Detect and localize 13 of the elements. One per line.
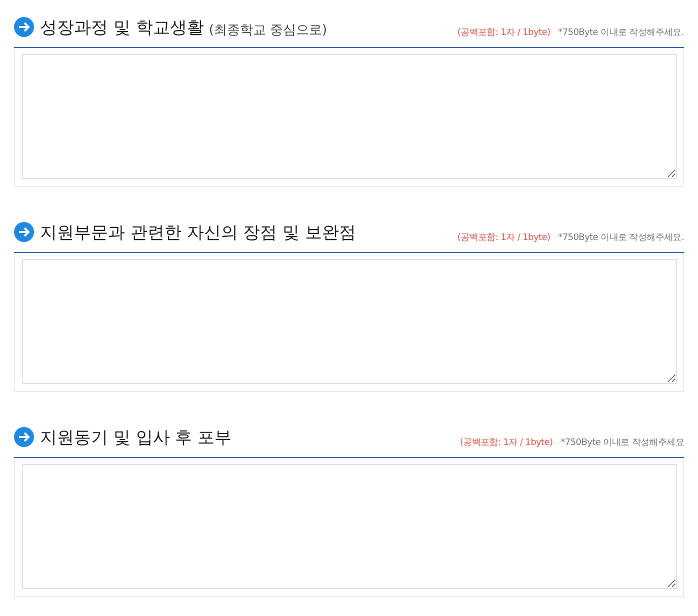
answer-box[interactable] <box>22 54 677 179</box>
length-note: *750Byte 이내로 작성해주세요. <box>558 27 684 39</box>
character-counter: (공백포함: 1자 / 1byte) <box>460 437 553 449</box>
length-note: *750Byte 이내로 작성해주세요 <box>560 437 684 449</box>
character-counter: (공백포함: 1자 / 1byte) <box>457 232 550 244</box>
answer-box[interactable] <box>22 259 677 384</box>
answer-box[interactable] <box>22 464 677 589</box>
character-counter: (공백포함: 1자 / 1byte) <box>457 27 550 39</box>
section-title: 성장과정 및 학교생활 <box>40 17 204 39</box>
section-title: 지원부문과 관련한 자신의 장점 및 보완점 <box>40 222 356 244</box>
section-subtitle: (최종학교 중심으로) <box>208 22 328 39</box>
length-note: *750Byte 이내로 작성해주세요. <box>558 232 684 244</box>
section-title: 지원동기 및 입사 후 포부 <box>40 427 232 449</box>
